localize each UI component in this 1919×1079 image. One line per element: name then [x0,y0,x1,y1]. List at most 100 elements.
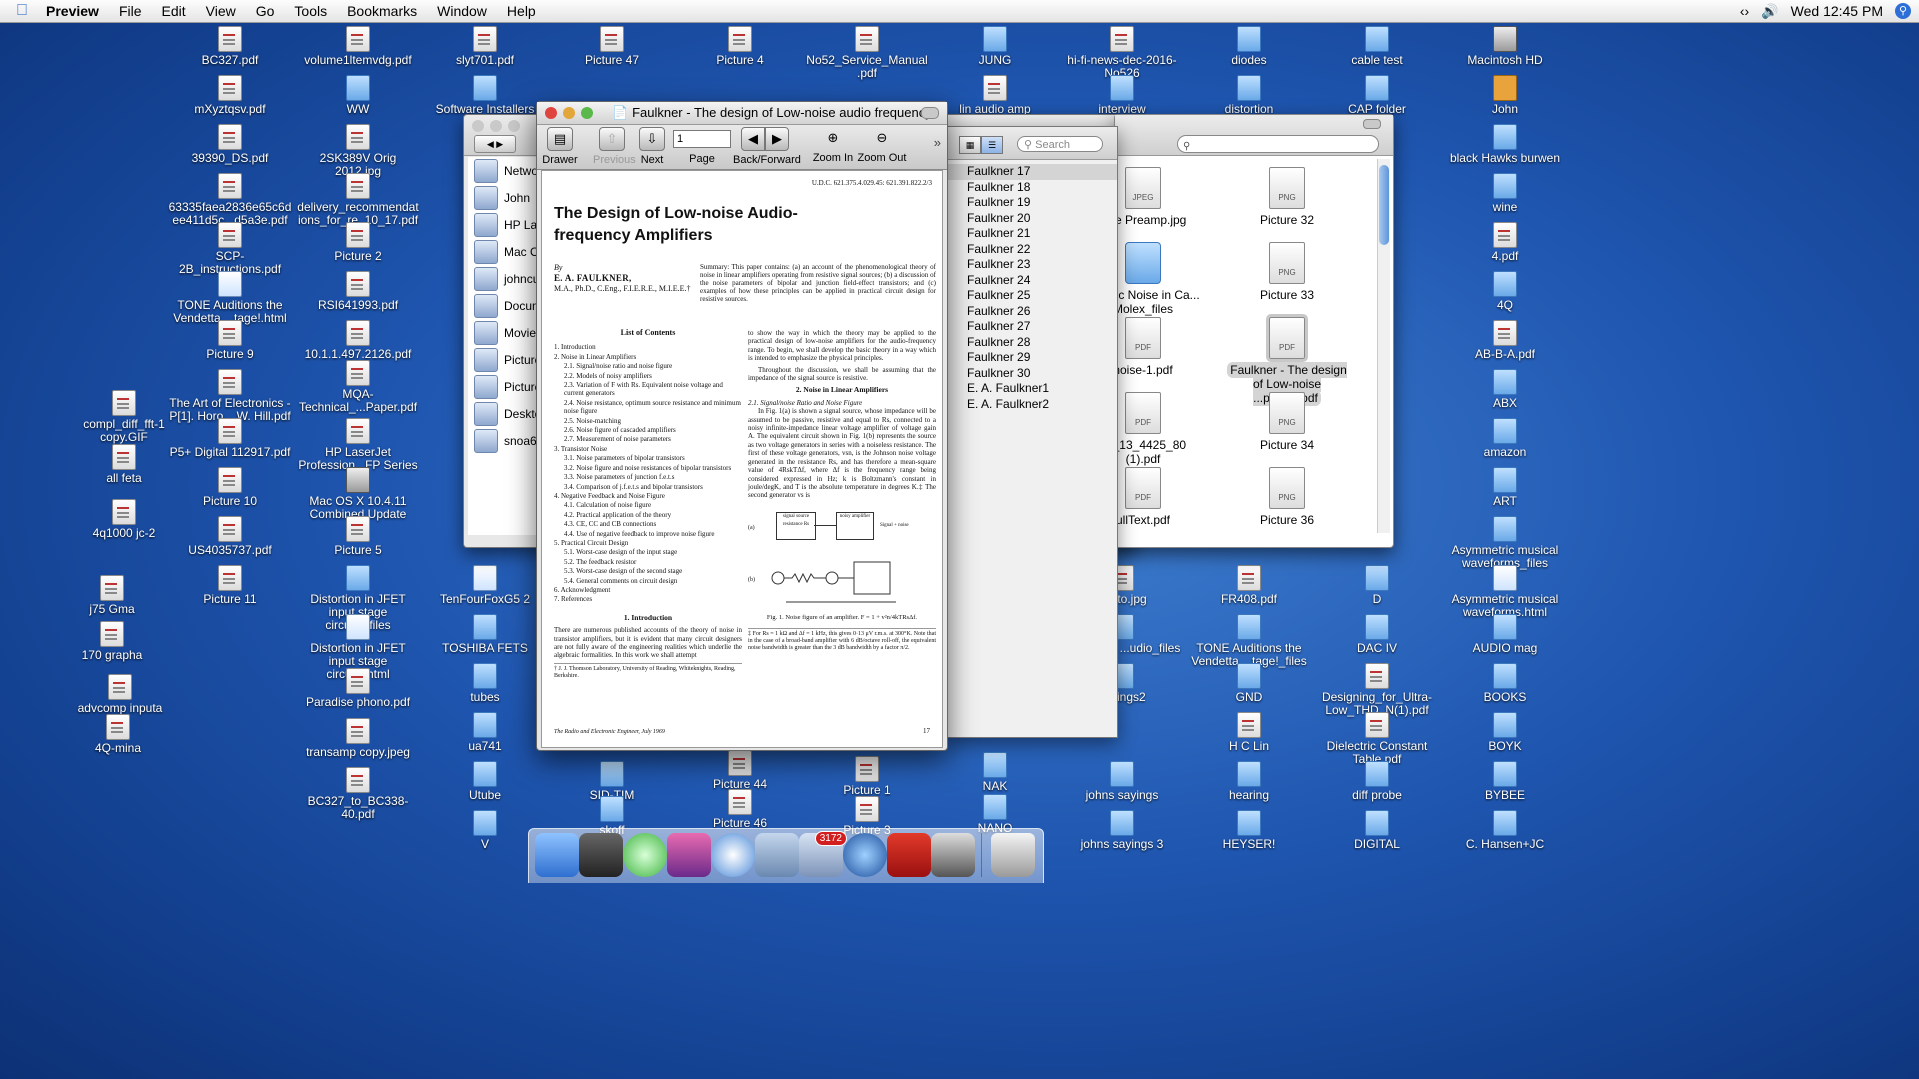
desktop-icon[interactable]: tubes [423,663,547,704]
desktop-icon[interactable]: Picture 47 [550,26,674,67]
desktop-icon[interactable]: 63335faea2836e65c6dee411d5c...d5a3e.pdf [168,173,292,227]
drawer-page-item[interactable]: Faulkner 30 [947,366,1117,382]
desktop-icon[interactable]: No52_Service_Manual.pdf [805,26,929,80]
file-item[interactable]: PNG Picture 36 [1227,467,1347,527]
display-dock-icon[interactable] [667,833,711,877]
menu-bookmarks[interactable]: Bookmarks [337,0,427,22]
drawer-search-input[interactable]: ⚲ Search [1017,136,1103,152]
desktop-icon[interactable]: C. Hansen+JC [1443,810,1567,851]
forward-arrow-icon[interactable]: ▶ [765,127,789,151]
desktop-icon[interactable]: mXyztqsv.pdf [168,75,292,116]
desktop-icon[interactable]: Picture 5 [296,516,420,557]
drawer-page-item[interactable]: Faulkner 26 [947,304,1117,320]
drawer-page-item[interactable]: Faulkner 24 [947,273,1117,289]
desktop-icon[interactable]: NAK [933,752,1057,793]
drawer-page-item[interactable]: Faulkner 28 [947,335,1117,351]
finder-zoom-button[interactable] [508,120,520,132]
desktop-icon[interactable]: AB-B-A.pdf [1443,320,1567,361]
minimize-button[interactable] [563,107,575,119]
utilities-dock-icon[interactable] [931,833,975,877]
desktop-icon[interactable]: hi-fi-news-dec-2016-No526 [1060,26,1184,80]
desktop-icon[interactable]: Picture 11 [168,565,292,606]
desktop-icon[interactable]: Software Installers [423,75,547,116]
desktop-icon[interactable]: Utube [423,761,547,802]
desktop-icon[interactable]: 4Q-mina [56,714,180,755]
finder-search-field[interactable]: ⚲ [1177,135,1379,153]
desktop-icon[interactable]: GND [1187,663,1311,704]
menu-edit[interactable]: Edit [152,0,196,22]
thumbnail-view-icon[interactable]: ▦ [959,136,981,154]
desktop-icon[interactable]: Mac OS X 10.4.11 Combined Update [296,467,420,521]
desktop-icon[interactable]: TOSHIBA FETS [423,614,547,655]
menu-help[interactable]: Help [497,0,546,22]
desktop-icon[interactable]: The Art of Electronics - P[1]. Horo... W… [168,369,292,423]
desktop-icon[interactable]: SCP-2B_instructions.pdf [168,222,292,276]
desktop-icon[interactable]: RSI641993.pdf [296,271,420,312]
desktop-icon[interactable]: HEYSER! [1187,810,1311,851]
desktop-icon[interactable]: 2SK389V Orig 2012.jpg [296,124,420,178]
desktop-icon[interactable]: TONE Auditions the Vendetta ...tage!.htm… [168,271,292,325]
desktop-icon[interactable]: Dielectric Constant Table.pdf [1315,712,1439,766]
drawer-page-item[interactable]: Faulkner 17 [947,164,1117,180]
printer-dock-icon[interactable] [579,833,623,877]
desktop-icon[interactable]: slyt701.pdf [423,26,547,67]
desktop-icon[interactable]: Picture 46 [678,789,802,830]
desktop-icon[interactable]: FR408.pdf [1187,565,1311,606]
finder-minimize-button[interactable] [490,120,502,132]
desktop-icon[interactable]: Picture 9 [168,320,292,361]
file-item[interactable]: PNG Picture 32 [1227,167,1347,227]
desktop-icon[interactable]: Asymmetric musical waveforms_files [1443,516,1567,570]
desktop-icon[interactable]: ART [1443,467,1567,508]
file-item[interactable]: PNG Picture 34 [1227,392,1347,452]
mail-dock-icon[interactable]: 3172 [799,831,847,877]
spotlight-icon[interactable]: ⚲ [1895,3,1911,19]
zoom-out-button[interactable]: ⊖ Zoom Out [857,127,907,164]
file-item[interactable]: PNG Picture 33 [1227,242,1347,302]
menu-tools[interactable]: Tools [284,0,337,22]
finder-back-forward-icon[interactable]: ◀ ▶ [474,135,516,153]
drawer-page-item[interactable]: Faulkner 18 [947,180,1117,196]
clock[interactable]: Wed 12:45 PM [1791,3,1883,19]
desktop-icon[interactable]: Picture 1 [805,756,929,797]
desktop-icon[interactable]: volume1ltemvdg.pdf [296,26,420,67]
drawer-page-item[interactable]: Faulkner 21 [947,226,1117,242]
desktop-icon[interactable]: BOOKS [1443,663,1567,704]
finder-window-files[interactable]: ⚲ JPEG oise Preamp.jpg PNG Picture 32 electr… [1086,114,1394,548]
zoom-in-button[interactable]: ⊕ Zoom In [811,127,855,164]
desktop-icon[interactable]: BC327_to_BC338-40.pdf [296,767,420,821]
toolbar-toggle-button[interactable] [921,107,939,119]
desktop-icon[interactable]: Macintosh HD [1443,26,1567,67]
desktop-icon[interactable]: 39390_DS.pdf [168,124,292,165]
desktop-icon[interactable]: johns sayings 3 [1060,810,1184,851]
scroll-thumb[interactable] [1379,165,1389,245]
preview-dock-icon[interactable] [755,833,799,877]
drawer-page-item[interactable]: Faulkner 23 [947,257,1117,273]
itunes-dock-icon[interactable] [623,833,667,877]
desktop-icon[interactable]: HP LaserJet Profession...FP Series [296,418,420,472]
desktop-icon[interactable]: amazon [1443,418,1567,459]
keyboard-switch-icon[interactable]: ‹› [1740,3,1749,19]
desktop-icon[interactable]: Picture 4 [678,26,802,67]
page-number-input[interactable] [673,130,731,148]
desktop-icon[interactable]: transamp copy.jpeg [296,718,420,759]
finder-scrollbar[interactable] [1377,159,1390,533]
desktop-icon[interactable]: cable test [1315,26,1439,67]
desktop-icon[interactable]: Picture 10 [168,467,292,508]
drawer-page-item[interactable]: E. A. Faulkner1 [947,381,1117,397]
finder-dock-icon[interactable] [535,833,579,877]
desktop-icon[interactable]: ABX [1443,369,1567,410]
preview-window[interactable]: 📄 Faulkner - The design of Low-noise aud… [536,101,948,751]
drawer-button[interactable]: ▤ Drawer [541,127,579,166]
desktop-icon[interactable]: DAC IV [1315,614,1439,655]
back-arrow-icon[interactable]: ◀ [741,127,765,151]
desktop-icon[interactable]: 170 grapha [50,621,174,662]
network-globe-dock-icon[interactable] [843,833,887,877]
desktop-icon[interactable]: Designing_for_Ultra-Low_THD_N(1).pdf [1315,663,1439,717]
desktop-icon[interactable]: interview [1060,75,1184,116]
desktop-icon[interactable]: Paradise phono.pdf [296,668,420,709]
desktop-icon[interactable]: WW [296,75,420,116]
menu-file[interactable]: File [109,0,152,22]
volume-icon[interactable]: 🔊 [1761,3,1778,20]
desktop-icon[interactable]: BOYK [1443,712,1567,753]
desktop-icon[interactable]: BC327.pdf [168,26,292,67]
